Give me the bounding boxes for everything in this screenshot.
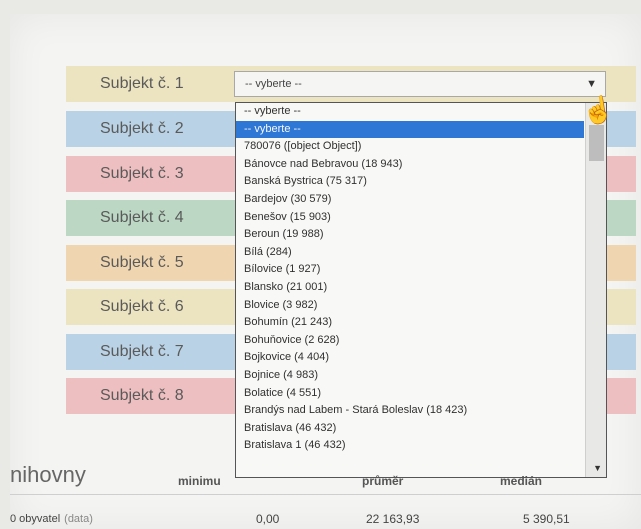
subject-label: Subjekt č. 8 bbox=[100, 387, 184, 404]
dropdown-option[interactable]: Bílá (284) bbox=[236, 244, 584, 262]
dropdown-option[interactable]: Banská Bystrica (75 317) bbox=[236, 173, 584, 191]
subject-label: Subjekt č. 7 bbox=[100, 343, 184, 360]
dropdown-option[interactable]: -- vyberte -- bbox=[236, 120, 584, 139]
select-dropdown-list[interactable]: -- vyberte -- -- vyberte -- 780076 ([objec… bbox=[235, 102, 607, 478]
value-median: 5 390,51 bbox=[523, 512, 570, 526]
dropdown-option[interactable]: Beroun (19 988) bbox=[236, 226, 584, 244]
scroll-down-icon[interactable]: ▼ bbox=[593, 463, 602, 473]
select-value: -- vyberte -- bbox=[245, 78, 302, 90]
dropdown-option[interactable]: Benešov (15 903) bbox=[236, 209, 584, 227]
subject-label: Subjekt č. 6 bbox=[100, 298, 184, 315]
row-label-text: 0 obyvatel bbox=[10, 513, 61, 525]
dropdown-option[interactable]: Bolatice (4 551) bbox=[236, 385, 584, 403]
dropdown-option[interactable]: Bohumín (21 243) bbox=[236, 314, 584, 332]
value-average: 22 163,93 bbox=[366, 512, 420, 526]
subject-label: Subjekt č. 4 bbox=[100, 209, 184, 226]
dropdown-option[interactable]: Bílovice (1 927) bbox=[236, 261, 584, 279]
dropdown-option[interactable]: Bratislava (46 432) bbox=[236, 420, 584, 438]
dropdown-option[interactable]: Bardejov (30 579) bbox=[236, 191, 584, 209]
scrollbar-thumb[interactable] bbox=[589, 125, 604, 161]
subject-label: Subjekt č. 2 bbox=[100, 120, 184, 137]
dropdown-option[interactable]: Brandýs nad Labem - Stará Boleslav (18 4… bbox=[236, 402, 584, 420]
dropdown-option[interactable]: Bánovce nad Bebravou (18 943) bbox=[236, 156, 584, 174]
row-label-note: (data) bbox=[64, 513, 93, 525]
dropdown-option[interactable]: Bojnice (4 983) bbox=[236, 367, 584, 385]
dropdown-option[interactable]: Blovice (3 982) bbox=[236, 297, 584, 315]
table-row-label: 0 obyvatel (data) bbox=[10, 513, 93, 525]
subject-1-select[interactable]: -- vyberte -- ▼ bbox=[234, 71, 606, 97]
chevron-down-icon[interactable]: ▼ bbox=[586, 78, 597, 90]
table-divider bbox=[10, 494, 641, 495]
section-title: nihovny bbox=[10, 462, 86, 487]
dropdown-option[interactable]: Bratislava 1 (46 432) bbox=[236, 437, 584, 455]
value-minimum: 0,00 bbox=[256, 512, 280, 526]
dropdown-option[interactable]: Bohuňovice (2 628) bbox=[236, 332, 584, 350]
dropdown-option[interactable]: Bojkovice (4 404) bbox=[236, 349, 584, 367]
dropdown-option[interactable]: -- vyberte -- bbox=[236, 103, 584, 121]
column-header-median: medián bbox=[500, 474, 543, 488]
dropdown-option[interactable]: Blansko (21 001) bbox=[236, 279, 584, 297]
column-header-minimum: minimu bbox=[178, 474, 221, 488]
dropdown-scrollbar[interactable]: ▼ bbox=[585, 103, 606, 477]
subject-label: Subjekt č. 1 bbox=[100, 75, 184, 92]
dropdown-option[interactable]: 780076 ([object Object]) bbox=[236, 138, 584, 156]
subject-label: Subjekt č. 3 bbox=[100, 165, 184, 182]
column-header-average: průměr bbox=[362, 474, 404, 488]
hand-pointer-icon: ☝ bbox=[580, 92, 617, 128]
subject-label: Subjekt č. 5 bbox=[100, 254, 184, 271]
